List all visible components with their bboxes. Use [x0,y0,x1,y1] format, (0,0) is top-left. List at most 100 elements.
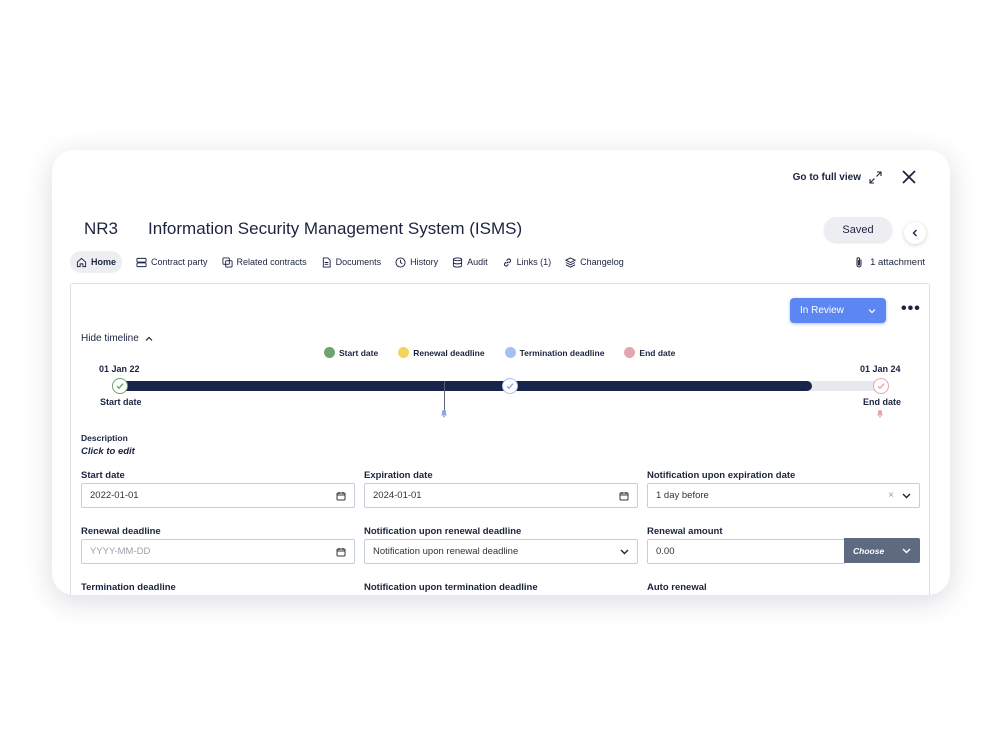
legend-dot [624,347,636,358]
tab-audit[interactable]: Audit [452,251,488,273]
chevron-down-icon [620,549,629,554]
renewal-amount-label: Renewal amount [647,526,723,537]
full-view-label: Go to full view [792,172,861,183]
renewal-deadline-label: Renewal deadline [81,526,161,537]
start-date-label: Start date [81,470,125,481]
check-icon [877,383,885,390]
check-icon [506,383,514,390]
collapse-button[interactable] [904,222,926,244]
notif-termination-label: Notification upon termination deadline [364,582,538,593]
renewal-amount-input[interactable]: 0.00 [647,539,845,564]
clock-icon [395,256,406,268]
tab-contract-party[interactable]: Contract party [136,251,208,273]
termination-deadline-label: Termination deadline [81,582,176,593]
legend-end-date: End date [624,347,675,358]
currency-select[interactable]: Choose [844,538,920,563]
chevron-down-icon [902,493,911,498]
end-date-marker[interactable] [873,378,889,394]
expiration-date-field[interactable]: 2024-01-01 [364,483,638,508]
tab-home[interactable]: Home [70,251,123,273]
bell-icon [877,410,883,418]
description-edit[interactable]: Click to edit [81,446,135,457]
title-row: NR3 Information Security Management Syst… [84,219,522,239]
timeline-start-label: Start date [100,397,142,407]
hide-timeline-toggle[interactable]: Hide timeline [81,333,153,344]
renewal-deadline-placeholder: YYYY-MM-DD [90,546,151,557]
document-icon [322,256,331,268]
timeline-start-date: 01 Jan 22 [99,364,140,374]
tab-label: History [410,257,439,267]
today-line [444,381,445,411]
legend-label: End date [639,347,676,358]
legend-dot [504,347,516,358]
chevron-down-icon [868,308,876,313]
timeline-end-date: 01 Jan 24 [860,364,901,374]
calendar-icon [336,491,346,500]
tab-label: Contract party [151,257,208,267]
attachment-link[interactable]: 1 attachment [854,256,925,269]
start-date-marker[interactable] [112,378,128,394]
termination-deadline-marker[interactable] [502,378,518,394]
legend-termination-deadline: Termination deadline [504,347,605,358]
renewal-amount-value: 0.00 [656,546,675,557]
chevron-up-icon [145,336,153,341]
notif-expiration-select[interactable]: 1 day before × [647,483,920,508]
tab-bar: Home Contract party Related contracts Do… [70,251,624,273]
description-label: Description [81,433,128,443]
expand-icon [869,171,882,184]
legend-dot [324,347,335,358]
renewal-deadline-field[interactable]: YYYY-MM-DD [81,539,355,564]
currency-select-label: Choose [853,545,885,556]
legend-label: Renewal deadline [413,347,485,358]
legend-label: Start date [339,347,379,358]
tab-label: Documents [335,257,382,267]
timeline-legend: Start date Renewal deadline Termination … [324,347,675,358]
notif-renewal-label: Notification upon renewal deadline [364,526,522,537]
bell-icon [441,410,447,418]
start-date-field[interactable]: 2022-01-01 [81,483,355,508]
home-icon [76,257,87,267]
tab-links[interactable]: Links (1) [502,251,552,273]
layers-icon [565,256,577,268]
legend-dot [398,347,410,358]
timeline-track [120,381,880,391]
notif-expiration-label: Notification upon expiration date [647,470,796,481]
status-dropdown[interactable]: In Review [790,298,886,323]
timeline-end-label: End date [863,397,902,407]
copy-icon [222,256,233,268]
notif-expiration-value: 1 day before [656,490,709,501]
chevron-left-icon [912,229,917,237]
tab-label: Related contracts [236,257,307,267]
saved-badge: Saved [824,217,892,242]
legend-label: Termination deadline [519,347,605,358]
full-view-button[interactable]: Go to full view [793,171,882,184]
select-controls: × [888,490,911,501]
link-icon [503,258,511,266]
calendar-icon [336,547,346,556]
notif-renewal-value: Notification upon renewal deadline [373,546,519,557]
expiration-date-value: 2024-01-01 [373,490,422,501]
close-icon[interactable] [900,168,918,186]
tab-label: Audit [467,257,488,267]
status-label: In Review [800,305,844,316]
legend-start-date: Start date [324,347,378,358]
notif-renewal-select[interactable]: Notification upon renewal deadline [364,539,638,564]
clear-icon[interactable]: × [888,490,894,501]
tab-history[interactable]: History [395,251,438,273]
tab-label: Changelog [580,257,624,267]
legend-renewal-deadline: Renewal deadline [398,347,485,358]
check-icon [116,383,124,390]
calendar-icon [619,491,629,500]
auto-renewal-label: Auto renewal [647,582,707,593]
more-options-icon[interactable]: ••• [901,300,921,318]
tab-changelog[interactable]: Changelog [565,251,624,273]
database-icon [453,256,463,268]
tab-related-contracts[interactable]: Related contracts [222,251,307,273]
party-icon [136,257,147,267]
contract-code: NR3 [84,219,119,238]
attachment-label: 1 attachment [870,257,925,268]
tab-documents[interactable]: Documents [321,251,382,273]
tab-label: Home [91,257,117,267]
tab-label: Links (1) [516,257,552,267]
timeline-progress [120,381,812,391]
